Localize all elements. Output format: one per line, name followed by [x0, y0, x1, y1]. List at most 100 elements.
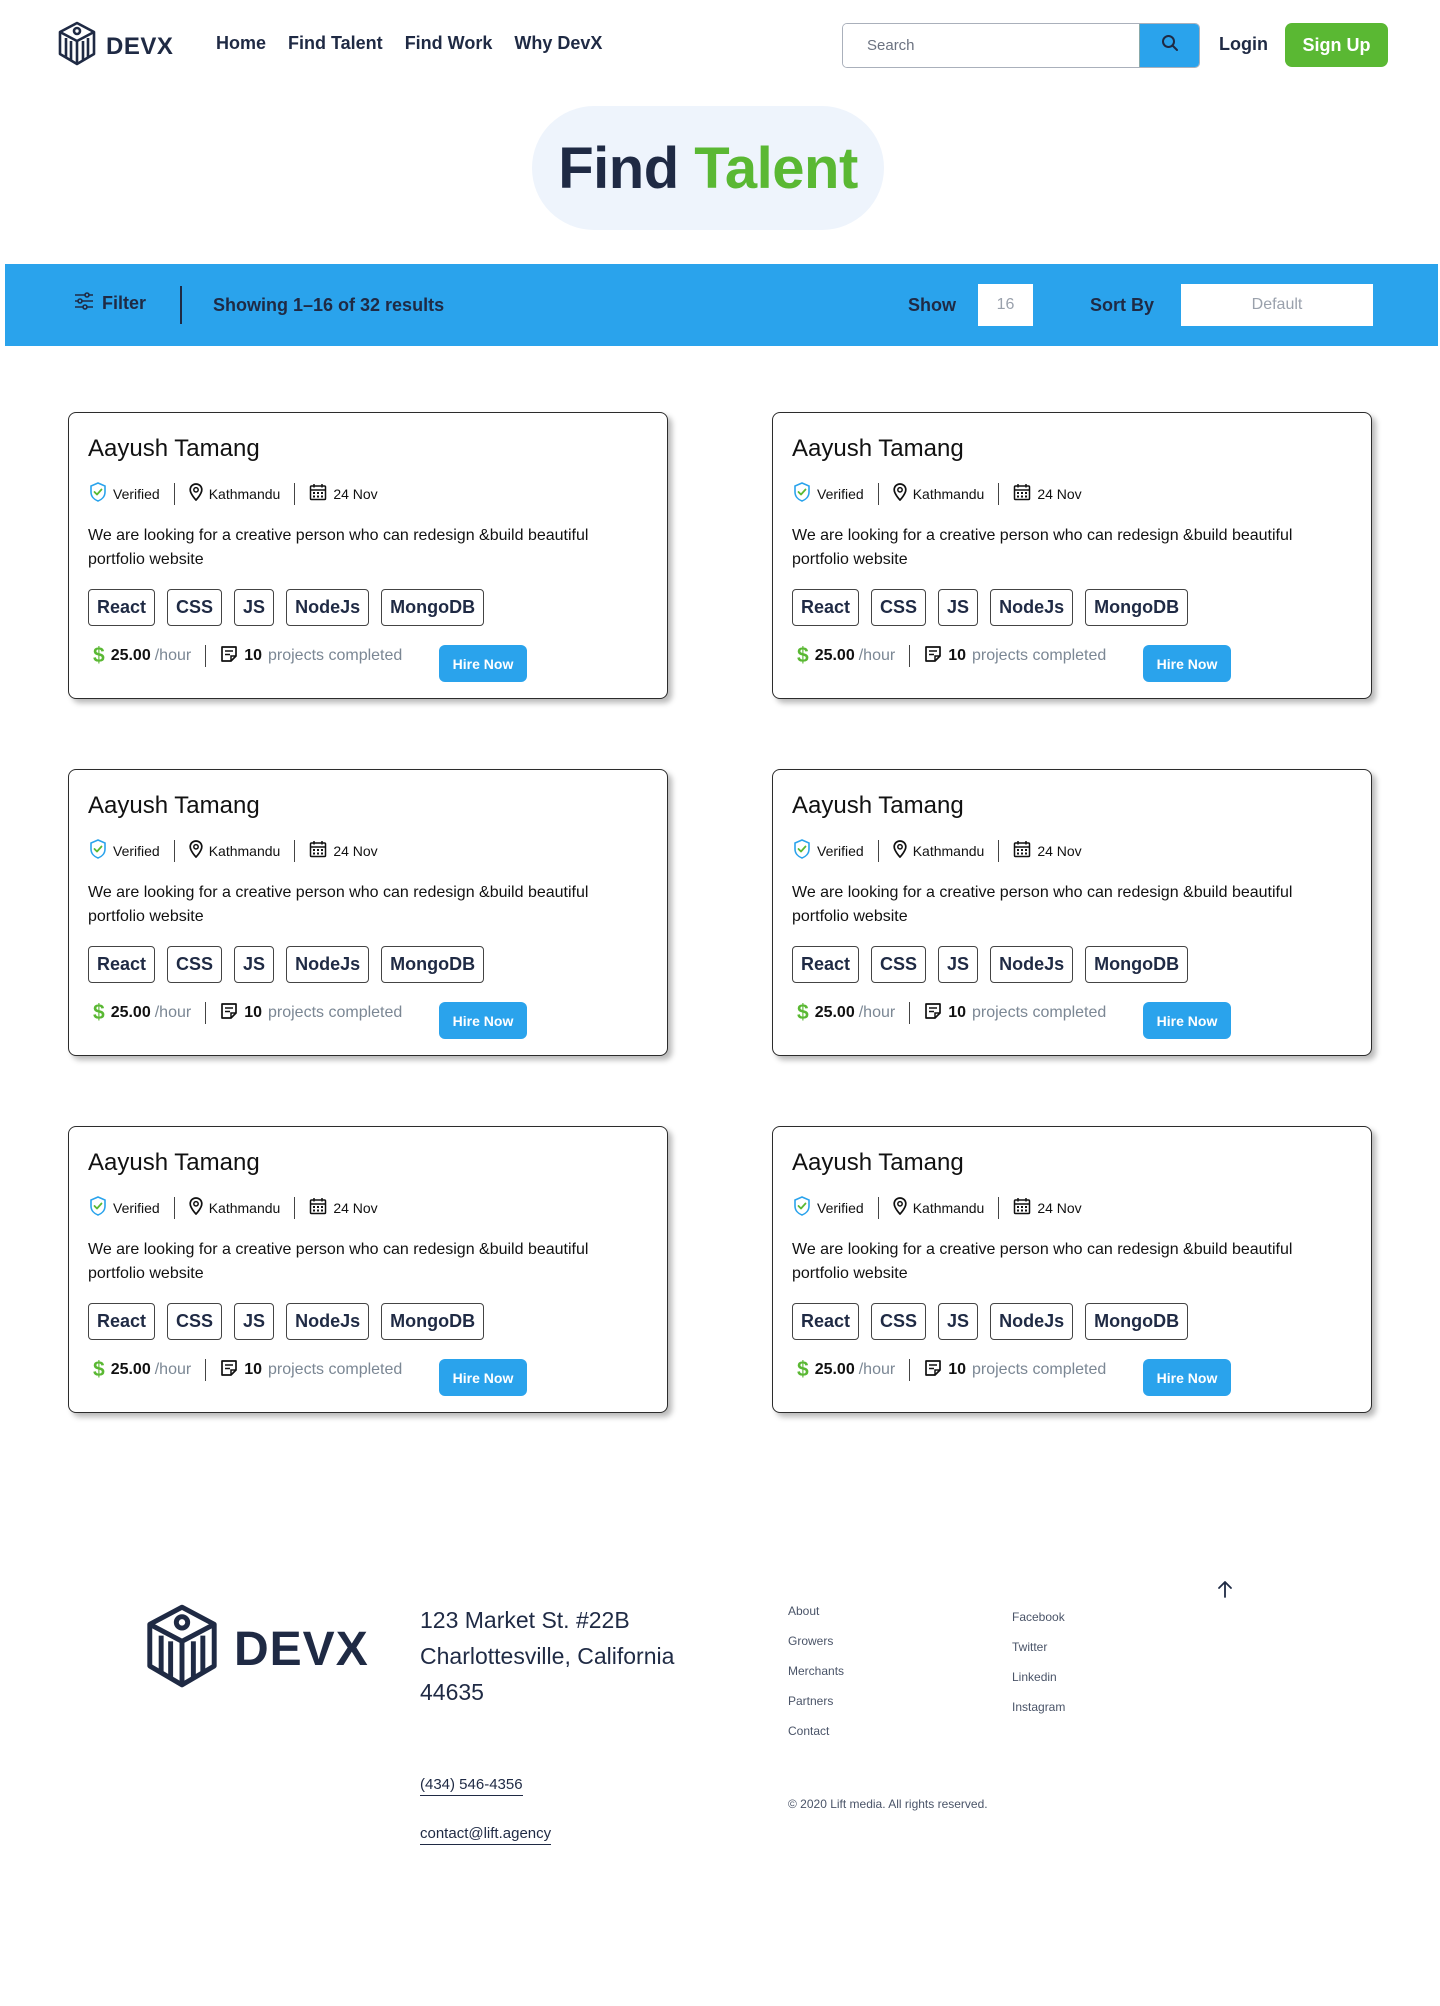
- date-label: 24 Nov: [333, 842, 378, 859]
- talent-date: 24 Nov: [309, 840, 378, 861]
- skill-tag-mongodb[interactable]: MongoDB: [1085, 1303, 1189, 1340]
- skill-tag-nodejs[interactable]: NodeJs: [990, 1303, 1074, 1340]
- skill-tag-react[interactable]: React: [88, 589, 156, 626]
- skill-tag-css[interactable]: CSS: [167, 946, 223, 983]
- skill-tag-nodejs[interactable]: NodeJs: [990, 946, 1074, 983]
- hire-now-button[interactable]: Hire Now: [439, 1359, 527, 1396]
- talent-name[interactable]: Aayush Tamang: [88, 792, 260, 820]
- scroll-to-top-button[interactable]: [1217, 1580, 1233, 1603]
- footer-link-twitter[interactable]: Twitter: [1012, 1639, 1065, 1655]
- skill-tag-css[interactable]: CSS: [871, 589, 927, 626]
- skill-tag-mongodb[interactable]: MongoDB: [381, 946, 485, 983]
- location-label: Kathmandu: [208, 1199, 281, 1216]
- footer-link-growers[interactable]: Growers: [788, 1633, 844, 1649]
- skill-tags: React CSS JS NodeJs MongoDB: [792, 946, 1189, 983]
- hire-now-button[interactable]: Hire Now: [439, 645, 527, 682]
- meta-divider: [998, 839, 1000, 862]
- talent-location: Kathmandu: [893, 840, 984, 861]
- footer-link-merchants[interactable]: Merchants: [788, 1663, 844, 1679]
- talent-name[interactable]: Aayush Tamang: [792, 1149, 964, 1177]
- footer-link-partners[interactable]: Partners: [788, 1693, 844, 1709]
- talent-name[interactable]: Aayush Tamang: [88, 435, 260, 463]
- skill-tag-css[interactable]: CSS: [871, 946, 927, 983]
- hire-now-button[interactable]: Hire Now: [1143, 645, 1231, 682]
- hire-now-button[interactable]: Hire Now: [439, 1002, 527, 1039]
- talent-name[interactable]: Aayush Tamang: [792, 435, 964, 463]
- top-nav: DEVX Home Find Talent Find Work Why DevX…: [0, 0, 1440, 90]
- skill-tag-nodejs[interactable]: NodeJs: [286, 589, 370, 626]
- skill-tag-css[interactable]: CSS: [167, 589, 223, 626]
- search-input[interactable]: [843, 24, 1139, 67]
- location-pin-icon: [893, 840, 907, 861]
- skill-tags: React CSS JS NodeJs MongoDB: [792, 589, 1189, 626]
- projects-doc-icon: [924, 1359, 942, 1382]
- skill-tag-nodejs[interactable]: NodeJs: [990, 589, 1074, 626]
- talent-card: Aayush Tamang Verified Kathmandu 24 Nov …: [68, 769, 668, 1056]
- skill-tag-react[interactable]: React: [792, 589, 860, 626]
- talent-name[interactable]: Aayush Tamang: [792, 792, 964, 820]
- date-label: 24 Nov: [333, 1199, 378, 1216]
- footer-link-instagram[interactable]: Instagram: [1012, 1699, 1065, 1715]
- address-line: 123 Market St. #22B: [420, 1607, 630, 1633]
- talent-card: Aayush Tamang Verified Kathmandu 24 Nov …: [772, 769, 1372, 1056]
- footer-link-contact[interactable]: Contact: [788, 1723, 844, 1739]
- devx-logo-icon: [58, 21, 96, 72]
- footer-phone-link[interactable]: (434) 546-4356: [420, 1776, 523, 1796]
- meta-divider: [294, 482, 296, 505]
- skill-tag-js[interactable]: JS: [234, 589, 275, 626]
- dollar-icon: $: [93, 644, 105, 667]
- stats-divider: [205, 1002, 207, 1024]
- skill-tag-react[interactable]: React: [792, 946, 860, 983]
- skill-tag-css[interactable]: CSS: [167, 1303, 223, 1340]
- stats-divider: [909, 645, 911, 667]
- skill-tag-js[interactable]: JS: [938, 1303, 979, 1340]
- talent-date: 24 Nov: [1013, 1197, 1082, 1218]
- skill-tag-mongodb[interactable]: MongoDB: [381, 1303, 485, 1340]
- arrow-up-icon: [1217, 1581, 1233, 1602]
- verified-shield-icon: [89, 839, 107, 862]
- calendar-icon: [1013, 840, 1031, 861]
- talent-date: 24 Nov: [309, 1197, 378, 1218]
- talent-meta: Verified Kathmandu 24 Nov: [89, 839, 378, 862]
- address-line: 44635: [420, 1679, 484, 1705]
- filter-button[interactable]: Filter: [74, 292, 146, 315]
- skill-tag-nodejs[interactable]: NodeJs: [286, 946, 370, 983]
- skill-tag-nodejs[interactable]: NodeJs: [286, 1303, 370, 1340]
- verified-shield-icon: [793, 482, 811, 505]
- skill-tag-js[interactable]: JS: [234, 1303, 275, 1340]
- skill-tag-mongodb[interactable]: MongoDB: [1085, 946, 1189, 983]
- footer-link-facebook[interactable]: Facebook: [1012, 1609, 1065, 1625]
- nav-link-why-devx[interactable]: Why DevX: [514, 33, 602, 54]
- nav-link-find-talent[interactable]: Find Talent: [288, 33, 383, 54]
- nav-link-find-work[interactable]: Find Work: [405, 33, 493, 54]
- meta-divider: [294, 839, 296, 862]
- footer-email-link[interactable]: contact@lift.agency: [420, 1825, 552, 1845]
- hire-now-button[interactable]: Hire Now: [1143, 1359, 1231, 1396]
- skill-tag-js[interactable]: JS: [234, 946, 275, 983]
- skill-tag-js[interactable]: JS: [938, 589, 979, 626]
- talent-name[interactable]: Aayush Tamang: [88, 1149, 260, 1177]
- sort-select[interactable]: Default: [1181, 284, 1373, 326]
- footer-link-about[interactable]: About: [788, 1603, 844, 1619]
- signup-button[interactable]: Sign Up: [1285, 23, 1388, 67]
- show-count-input[interactable]: [978, 284, 1033, 326]
- hire-now-button[interactable]: Hire Now: [1143, 1002, 1231, 1039]
- skill-tag-js[interactable]: JS: [938, 946, 979, 983]
- footer-logo[interactable]: DEVX: [146, 1603, 369, 1696]
- skill-tag-react[interactable]: React: [88, 946, 156, 983]
- skill-tag-react[interactable]: React: [88, 1303, 156, 1340]
- verified-shield-icon: [89, 1196, 107, 1219]
- skill-tag-mongodb[interactable]: MongoDB: [1085, 589, 1189, 626]
- meta-divider: [998, 1196, 1000, 1219]
- rate-unit: /hour: [858, 1361, 896, 1378]
- skill-tag-mongodb[interactable]: MongoDB: [381, 589, 485, 626]
- nav-link-home[interactable]: Home: [216, 33, 266, 54]
- location-label: Kathmandu: [912, 1199, 985, 1216]
- brand-logo[interactable]: DEVX: [58, 21, 173, 72]
- skill-tag-react[interactable]: React: [792, 1303, 860, 1340]
- verified-label: Verified: [113, 485, 160, 502]
- skill-tag-css[interactable]: CSS: [871, 1303, 927, 1340]
- footer-link-linkedin[interactable]: Linkedin: [1012, 1669, 1065, 1685]
- search-button[interactable]: [1139, 24, 1199, 67]
- login-link[interactable]: Login: [1219, 34, 1268, 55]
